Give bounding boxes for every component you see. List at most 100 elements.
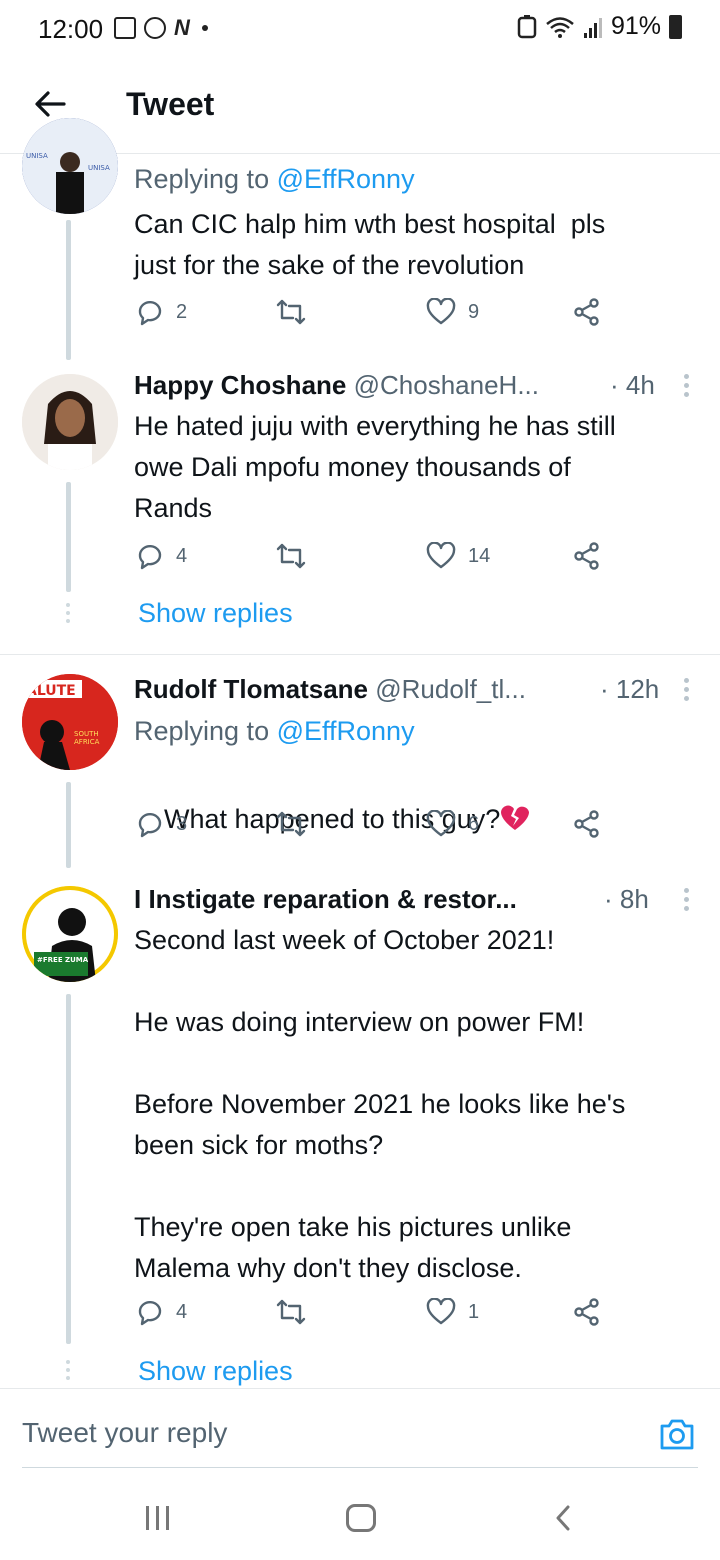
replying-to-label: Replying to [134, 716, 277, 746]
share-icon [574, 298, 599, 326]
avatar[interactable]: ALUTE SOUTH AFRICA [22, 674, 118, 770]
thread-dots [64, 603, 72, 623]
tweet-actions: 4 1 [136, 1298, 616, 1338]
author-handle[interactable]: @ChoshaneH... [354, 370, 539, 400]
like-button[interactable]: 1 [426, 1298, 479, 1326]
reply-button[interactable]: 4 [136, 1298, 187, 1326]
battery-icon [669, 14, 682, 39]
system-nav-bar [0, 1470, 720, 1560]
retweet-icon [276, 543, 306, 569]
reply-icon [138, 812, 162, 838]
avatar[interactable]: #FREE ZUMA [22, 886, 118, 982]
tweet[interactable]: Happy Choshane @ChoshaneH... · 4h He hat… [0, 370, 720, 650]
more-options-icon[interactable] [684, 888, 690, 911]
more-options-icon[interactable] [684, 678, 690, 701]
battery-saver-icon [517, 14, 537, 38]
author-handle[interactable]: @Rudolf_tl... [375, 674, 526, 704]
heart-icon [426, 298, 456, 325]
share-icon [574, 810, 599, 838]
gallery-icon [114, 17, 136, 39]
reply-count: 3 [176, 812, 188, 835]
like-button[interactable]: 14 [426, 542, 490, 570]
svg-text:UNISA: UNISA [88, 164, 110, 172]
share-button[interactable] [572, 542, 602, 570]
reply-icon [138, 1300, 162, 1326]
tweet-time: · 8h [604, 884, 649, 914]
battery-percent: 91% [610, 12, 661, 40]
notification-icons: N [114, 15, 208, 41]
retweet-button[interactable] [274, 542, 308, 570]
replying-to: Replying to @EffRonny [134, 716, 415, 747]
author-line: Rudolf Tlomatsane @Rudolf_tl... [134, 674, 526, 705]
like-button[interactable]: 9 [426, 298, 479, 326]
like-button[interactable]: 6 [426, 810, 479, 838]
retweet-button[interactable] [274, 298, 308, 326]
share-icon [574, 542, 599, 570]
like-count: 9 [468, 300, 480, 323]
home-icon[interactable] [346, 1504, 376, 1532]
reply-input[interactable]: Tweet your reply [22, 1417, 227, 1449]
show-replies-link[interactable]: Show replies [138, 598, 293, 629]
tweet-text: Second last week of October 2021! He was… [134, 925, 626, 1283]
tweet[interactable]: UNISA UNISA Replying to @EffRonny Can CIC… [0, 118, 720, 360]
show-replies-link[interactable]: Show replies [138, 1356, 293, 1387]
tweet[interactable]: #FREE ZUMA I Instigate reparation & rest… [0, 884, 720, 1387]
reply-count: 4 [176, 544, 188, 567]
thread-dots [64, 1360, 72, 1380]
reply-bar: Tweet your reply [0, 1388, 720, 1468]
reply-button[interactable]: 4 [136, 542, 187, 570]
status-bar: 12:00 N 91% [0, 0, 720, 58]
tweet-actions: 3 6 [136, 810, 616, 850]
author-line: I Instigate reparation & restor... [134, 884, 517, 915]
author-name[interactable]: Rudolf Tlomatsane [134, 674, 368, 704]
share-icon [574, 1298, 599, 1326]
heart-icon [426, 542, 456, 569]
more-options-icon[interactable] [684, 374, 690, 397]
reply-count: 2 [176, 300, 188, 323]
like-count: 1 [468, 1300, 480, 1323]
reply-button[interactable]: 3 [136, 810, 187, 838]
more-notifications-icon [201, 25, 208, 31]
thread-line [66, 482, 71, 592]
author-name[interactable]: Happy Choshane [134, 370, 346, 400]
svg-text:UNISA: UNISA [26, 152, 48, 160]
replying-to-label: Replying to [134, 164, 277, 194]
svg-text:SOUTH: SOUTH [74, 730, 99, 738]
like-count: 14 [468, 544, 491, 567]
reply-handle-link[interactable]: @EffRonny [277, 164, 415, 194]
tweet-text: He hated juju with everything he has sti… [134, 411, 616, 523]
reply-handle-link[interactable]: @EffRonny [277, 716, 415, 746]
recent-apps-icon[interactable] [146, 1506, 169, 1530]
thread-line [66, 220, 71, 360]
thread-line [66, 782, 71, 868]
author-name[interactable]: I Instigate reparation & restor... [134, 884, 517, 914]
avatar[interactable] [22, 374, 118, 470]
reply-button[interactable]: 2 [136, 298, 187, 326]
avatar-badge-text: #FREE ZUMA [37, 956, 89, 964]
share-button[interactable] [572, 1298, 602, 1326]
share-button[interactable] [572, 810, 602, 838]
reply-input-underline [22, 1467, 698, 1468]
retweet-icon [276, 811, 306, 837]
share-button[interactable] [572, 298, 602, 326]
tweet[interactable]: ALUTE SOUTH AFRICA Rudolf Tlomatsane @Rudo… [0, 674, 720, 868]
tweet-actions: 4 14 [136, 542, 616, 582]
svg-text:AFRICA: AFRICA [74, 738, 100, 746]
retweet-button[interactable] [274, 810, 308, 838]
avatar[interactable]: UNISA UNISA [22, 118, 118, 214]
retweet-button[interactable] [274, 1298, 308, 1326]
netflix-icon: N [174, 15, 190, 40]
tweet-time: · 4h [610, 370, 655, 400]
retweet-icon [276, 1299, 306, 1325]
status-time: 12:00 [38, 14, 104, 44]
whatsapp-icon [144, 17, 166, 39]
status-right: 91% [517, 12, 682, 41]
author-line: Happy Choshane @ChoshaneH... [134, 370, 539, 401]
page-title: Tweet [126, 86, 215, 122]
heart-icon [426, 1298, 456, 1325]
tweet-text: Can CIC halp him wth best hospital pls j… [134, 209, 606, 280]
back-icon[interactable] [550, 1504, 578, 1532]
heart-icon [426, 810, 456, 837]
camera-icon[interactable] [658, 1415, 696, 1453]
thread-line [66, 994, 71, 1344]
